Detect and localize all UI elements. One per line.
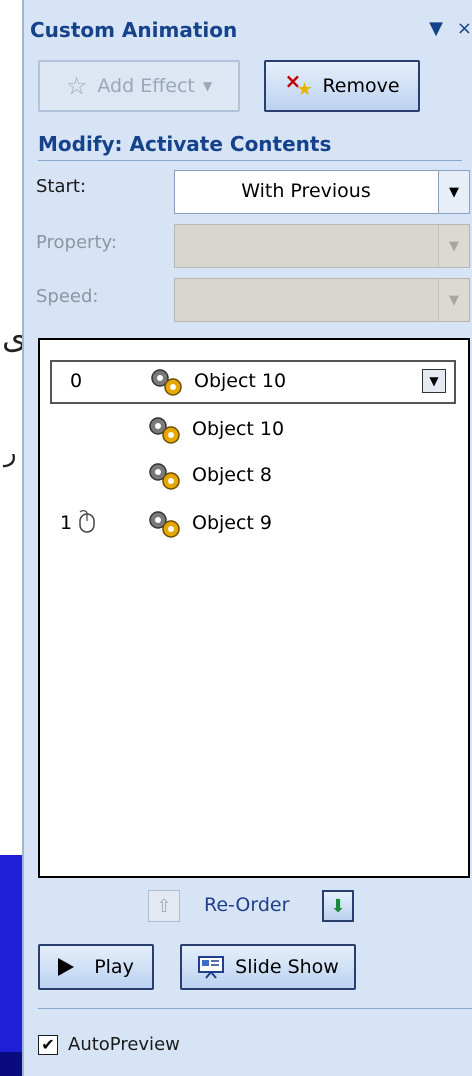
animation-list-item[interactable]: Object 10 xyxy=(40,408,468,452)
move-down-icon[interactable]: ⬇ xyxy=(322,890,354,922)
modify-section-title: Modify: Activate Contents xyxy=(38,132,332,156)
animation-list-item[interactable]: 1 Object 9 xyxy=(40,502,468,546)
start-select-value: With Previous xyxy=(241,180,371,202)
play-icon xyxy=(58,958,75,976)
animation-item-name: Object 10 xyxy=(194,370,287,392)
autopreview-option[interactable]: ✔ AutoPreview xyxy=(38,1034,180,1055)
section-divider xyxy=(38,1008,472,1009)
remove-effect-icon: × ★ xyxy=(284,69,313,100)
autopreview-label: AutoPreview xyxy=(68,1034,180,1055)
chevron-down-icon[interactable]: ▼ xyxy=(438,279,469,321)
play-label: Play xyxy=(94,956,134,978)
add-effect-label: Add Effect xyxy=(97,75,195,97)
move-up-icon[interactable]: ⇧ xyxy=(148,890,180,922)
start-label: Start: xyxy=(36,176,87,197)
add-effect-button[interactable]: ☆ Add Effect ▼ xyxy=(38,60,240,112)
gears-icon xyxy=(149,463,180,490)
play-button[interactable]: Play xyxy=(38,944,154,990)
animation-item-name: Object 8 xyxy=(192,464,273,486)
gears-icon xyxy=(149,511,180,538)
slide-blue-area xyxy=(0,855,22,1076)
animation-list-item[interactable]: 0 Object 10 ▼ xyxy=(50,360,456,404)
reorder-bar: ⇧ Re-Order ⬇ xyxy=(24,888,472,928)
reorder-label: Re-Order xyxy=(204,894,290,916)
slide-canvas-edge: ى ر xyxy=(0,0,27,1076)
chevron-down-icon[interactable]: ▼ xyxy=(422,369,446,393)
remove-button[interactable]: × ★ Remove xyxy=(264,60,420,112)
chevron-down-icon: ▼ xyxy=(202,79,213,93)
speed-label: Speed: xyxy=(36,286,99,307)
animation-order-number: 0 xyxy=(70,370,83,392)
animation-item-name: Object 9 xyxy=(192,512,273,534)
slide-content-fragment: ر xyxy=(4,438,17,468)
slide-show-icon xyxy=(198,956,225,979)
pane-close-icon[interactable]: × xyxy=(457,18,472,39)
animation-list[interactable]: 0 Object 10 ▼ Object 10 Object 8 1 Objec… xyxy=(38,338,470,878)
chevron-down-icon[interactable]: ▼ xyxy=(438,225,469,267)
property-select[interactable]: ▼ xyxy=(174,224,470,268)
add-effect-star-icon: ☆ xyxy=(65,72,88,100)
animation-order-number: 1 xyxy=(60,512,73,534)
pane-controls: ▼ × xyxy=(415,18,472,39)
animation-list-item[interactable]: Object 8 xyxy=(40,454,468,498)
custom-animation-pane: Custom Animation ▼ × ☆ Add Effect ▼ × ★ Re… xyxy=(22,0,472,1076)
gears-icon xyxy=(151,369,182,396)
pane-title: Custom Animation xyxy=(30,18,238,42)
section-divider xyxy=(38,160,462,161)
slide-dark-area xyxy=(0,1052,22,1076)
start-select[interactable]: With Previous ▼ xyxy=(174,170,470,214)
chevron-down-icon[interactable]: ▼ xyxy=(438,171,469,213)
speed-select[interactable]: ▼ xyxy=(174,278,470,322)
slide-show-label: Slide Show xyxy=(235,956,339,978)
pane-menu-icon[interactable]: ▼ xyxy=(429,18,443,39)
mouse-click-icon xyxy=(79,510,95,533)
property-label: Property: xyxy=(36,232,117,253)
remove-label: Remove xyxy=(322,75,400,97)
gears-icon xyxy=(149,417,180,444)
slide-show-button[interactable]: Slide Show xyxy=(180,944,356,990)
autopreview-checkbox[interactable]: ✔ xyxy=(38,1034,58,1055)
animation-item-name: Object 10 xyxy=(192,418,285,440)
